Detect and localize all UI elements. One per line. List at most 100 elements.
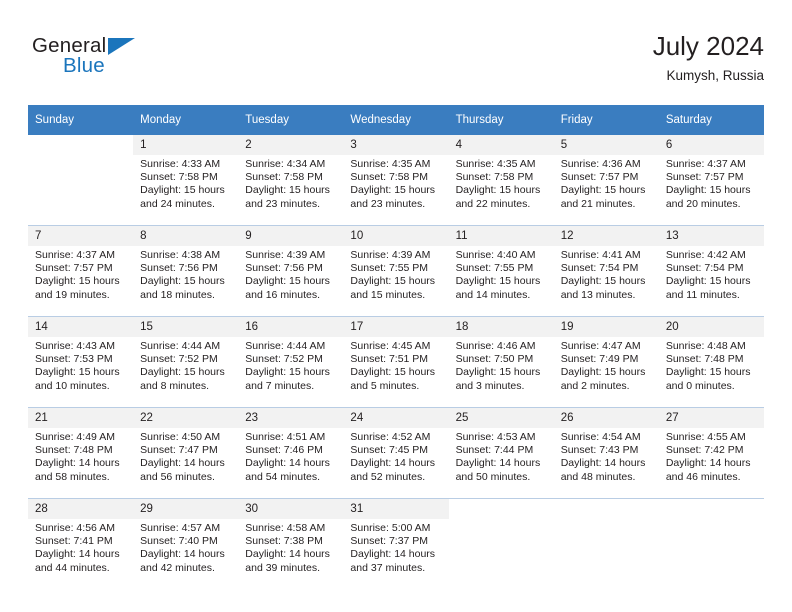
sunset-text: Sunset: 7:48 PM xyxy=(665,353,744,366)
calendar-day-cell[interactable]: 21 Sunrise: 4:49 AM Sunset: 7:48 PM Dayligh… xyxy=(28,407,134,499)
daylight-text: Daylight: 15 hours and 10 minutes. xyxy=(35,366,120,392)
daylight-text: Daylight: 15 hours and 8 minutes. xyxy=(140,366,225,392)
day-number: 4 xyxy=(448,135,554,155)
day-details: Sunrise: 4:52 AM Sunset: 7:45 PM Daylight:… xyxy=(343,428,448,484)
day-details: Sunrise: 4:53 AM Sunset: 7:44 PM Daylight:… xyxy=(449,428,554,484)
calendar-table: Sunday Monday Tuesday Wednesday Thursday… xyxy=(28,105,764,589)
sunset-text: Sunset: 7:57 PM xyxy=(665,171,744,184)
day-number: 15 xyxy=(133,317,239,337)
calendar-day-cell[interactable]: 26 Sunrise: 4:54 AM Sunset: 7:43 PM Dayligh… xyxy=(553,407,659,499)
sunset-text: Sunset: 7:58 PM xyxy=(140,171,218,184)
daylight-text: Daylight: 15 hours and 23 minutes. xyxy=(350,184,436,210)
sunrise-text: Sunrise: 4:55 AM xyxy=(665,431,746,443)
calendar-day-cell[interactable]: 7 Sunrise: 4:37 AM Sunset: 7:57 PM Daylight… xyxy=(28,225,134,317)
daylight-text: Daylight: 15 hours and 21 minutes. xyxy=(560,184,646,210)
day-number: 31 xyxy=(343,499,449,519)
calendar-day-cell[interactable]: 16 Sunrise: 4:44 AM Sunset: 7:52 PM Dayligh… xyxy=(238,316,344,408)
sunrise-text: Sunrise: 4:35 AM xyxy=(455,158,536,170)
sunrise-text: Sunrise: 5:00 AM xyxy=(350,522,431,534)
daylight-text: Daylight: 14 hours and 48 minutes. xyxy=(560,457,646,483)
day-details: Sunrise: 4:42 AM Sunset: 7:54 PM Daylight:… xyxy=(659,246,764,302)
calendar-day-cell[interactable]: 28 Sunrise: 4:56 AM Sunset: 7:41 PM Dayligh… xyxy=(28,498,134,589)
calendar-day-cell[interactable]: 3 Sunrise: 4:35 AM Sunset: 7:58 PM Daylight… xyxy=(343,135,449,226)
calendar-week-row: 7 Sunrise: 4:37 AM Sunset: 7:57 PM Daylight… xyxy=(28,225,764,317)
day-details: Sunrise: 4:54 AM Sunset: 7:43 PM Daylight:… xyxy=(554,428,659,484)
calendar-day-cell[interactable]: 13 Sunrise: 4:42 AM Sunset: 7:54 PM Dayligh… xyxy=(658,225,764,317)
sunrise-text: Sunrise: 4:52 AM xyxy=(350,431,431,443)
day-details: Sunrise: 4:50 AM Sunset: 7:47 PM Daylight:… xyxy=(133,428,238,484)
page-header: General Blue July 2024 Kumysh, Russia xyxy=(28,30,764,98)
sunset-text: Sunset: 7:40 PM xyxy=(140,535,218,548)
calendar-week-row: 28 Sunrise: 4:56 AM Sunset: 7:41 PM Dayligh… xyxy=(28,498,764,589)
day-details: Sunrise: 4:34 AM Sunset: 7:58 PM Daylight:… xyxy=(238,155,343,211)
day-details: Sunrise: 4:55 AM Sunset: 7:42 PM Daylight:… xyxy=(659,428,764,484)
daylight-text: Daylight: 14 hours and 56 minutes. xyxy=(140,457,225,483)
calendar-day-cell[interactable]: 31 Sunrise: 5:00 AM Sunset: 7:37 PM Dayligh… xyxy=(343,498,449,589)
calendar-day-cell[interactable]: 29 Sunrise: 4:57 AM Sunset: 7:40 PM Dayligh… xyxy=(133,498,239,589)
calendar-day-cell[interactable]: 27 Sunrise: 4:55 AM Sunset: 7:42 PM Dayligh… xyxy=(658,407,764,499)
sunrise-text: Sunrise: 4:39 AM xyxy=(245,249,326,261)
calendar-day-cell[interactable]: 22 Sunrise: 4:50 AM Sunset: 7:47 PM Dayligh… xyxy=(133,407,239,499)
calendar-day-cell[interactable]: 30 Sunrise: 4:58 AM Sunset: 7:38 PM Dayligh… xyxy=(238,498,344,589)
sunset-text: Sunset: 7:49 PM xyxy=(560,353,639,366)
calendar-day-cell[interactable]: 1 Sunrise: 4:33 AM Sunset: 7:58 PM Daylight… xyxy=(133,135,239,226)
calendar-day-cell[interactable]: 19 Sunrise: 4:47 AM Sunset: 7:49 PM Dayligh… xyxy=(553,316,659,408)
day-number: 3 xyxy=(343,135,449,155)
sunset-text: Sunset: 7:43 PM xyxy=(560,444,639,457)
calendar-day-cell[interactable]: 9 Sunrise: 4:39 AM Sunset: 7:56 PM Daylight… xyxy=(238,225,344,317)
daylight-text: Daylight: 15 hours and 14 minutes. xyxy=(455,275,541,301)
sunrise-text: Sunrise: 4:50 AM xyxy=(140,431,221,443)
calendar-day-cell[interactable]: 8 Sunrise: 4:38 AM Sunset: 7:56 PM Daylight… xyxy=(133,225,239,317)
sunrise-text: Sunrise: 4:38 AM xyxy=(140,249,221,261)
sunrise-text: Sunrise: 4:43 AM xyxy=(35,340,115,352)
calendar-day-cell[interactable]: 24 Sunrise: 4:52 AM Sunset: 7:45 PM Dayligh… xyxy=(343,407,449,499)
calendar-day-cell[interactable]: 25 Sunrise: 4:53 AM Sunset: 7:44 PM Dayligh… xyxy=(448,407,554,499)
day-number: 22 xyxy=(133,408,239,428)
weekday-header-thursday: Thursday xyxy=(448,105,554,135)
day-details: Sunrise: 4:48 AM Sunset: 7:48 PM Daylight:… xyxy=(659,337,764,393)
calendar-day-cell[interactable]: 23 Sunrise: 4:51 AM Sunset: 7:46 PM Dayligh… xyxy=(238,407,344,499)
sunrise-text: Sunrise: 4:44 AM xyxy=(140,340,221,352)
day-number: 17 xyxy=(343,317,449,337)
sunset-text: Sunset: 7:42 PM xyxy=(665,444,744,457)
day-details: Sunrise: 4:40 AM Sunset: 7:55 PM Daylight:… xyxy=(449,246,554,302)
daylight-text: Daylight: 15 hours and 11 minutes. xyxy=(665,275,751,301)
sunset-text: Sunset: 7:55 PM xyxy=(350,262,429,275)
sunset-text: Sunset: 7:55 PM xyxy=(455,262,534,275)
sunrise-text: Sunrise: 4:47 AM xyxy=(560,340,641,352)
sunset-text: Sunset: 7:54 PM xyxy=(665,262,744,275)
day-number: 21 xyxy=(28,408,134,428)
day-details: Sunrise: 4:46 AM Sunset: 7:50 PM Daylight:… xyxy=(449,337,554,393)
calendar-day-cell[interactable]: 6 Sunrise: 4:37 AM Sunset: 7:57 PM Daylight… xyxy=(658,135,764,226)
calendar-day-cell[interactable]: 2 Sunrise: 4:34 AM Sunset: 7:58 PM Daylight… xyxy=(238,135,344,226)
daylight-text: Daylight: 15 hours and 18 minutes. xyxy=(140,275,225,301)
calendar-cell-empty xyxy=(553,498,659,589)
calendar-day-cell[interactable]: 20 Sunrise: 4:48 AM Sunset: 7:48 PM Dayligh… xyxy=(658,316,764,408)
calendar-week-row: 21 Sunrise: 4:49 AM Sunset: 7:48 PM Dayligh… xyxy=(28,407,764,499)
calendar-day-cell[interactable]: 18 Sunrise: 4:46 AM Sunset: 7:50 PM Dayligh… xyxy=(448,316,554,408)
sunset-text: Sunset: 7:52 PM xyxy=(140,353,218,366)
day-details: Sunrise: 4:39 AM Sunset: 7:56 PM Daylight:… xyxy=(238,246,343,302)
calendar-day-cell[interactable]: 14 Sunrise: 4:43 AM Sunset: 7:53 PM Dayligh… xyxy=(28,316,134,408)
calendar-day-cell[interactable]: 5 Sunrise: 4:36 AM Sunset: 7:57 PM Daylight… xyxy=(553,135,659,226)
day-number: 19 xyxy=(553,317,659,337)
calendar-day-cell[interactable]: 10 Sunrise: 4:39 AM Sunset: 7:55 PM Dayligh… xyxy=(343,225,449,317)
sunrise-text: Sunrise: 4:49 AM xyxy=(35,431,115,443)
sunset-text: Sunset: 7:56 PM xyxy=(245,262,323,275)
day-number xyxy=(658,499,764,519)
calendar-day-cell[interactable]: 12 Sunrise: 4:41 AM Sunset: 7:54 PM Dayligh… xyxy=(553,225,659,317)
daylight-text: Daylight: 15 hours and 20 minutes. xyxy=(665,184,751,210)
weekday-header-friday: Friday xyxy=(553,105,659,135)
general-blue-logo[interactable]: General Blue xyxy=(32,34,232,92)
calendar-day-cell[interactable]: 11 Sunrise: 4:40 AM Sunset: 7:55 PM Dayligh… xyxy=(448,225,554,317)
daylight-text: Daylight: 14 hours and 52 minutes. xyxy=(350,457,436,483)
daylight-text: Daylight: 14 hours and 37 minutes. xyxy=(350,548,436,574)
calendar-cell-empty xyxy=(448,498,554,589)
sunset-text: Sunset: 7:46 PM xyxy=(245,444,323,457)
sunset-text: Sunset: 7:51 PM xyxy=(350,353,429,366)
day-number: 5 xyxy=(553,135,659,155)
calendar-day-cell[interactable]: 15 Sunrise: 4:44 AM Sunset: 7:52 PM Dayligh… xyxy=(133,316,239,408)
calendar-day-cell[interactable]: 17 Sunrise: 4:45 AM Sunset: 7:51 PM Dayligh… xyxy=(343,316,449,408)
calendar-day-cell[interactable]: 4 Sunrise: 4:35 AM Sunset: 7:58 PM Daylight… xyxy=(448,135,554,226)
day-details: Sunrise: 4:49 AM Sunset: 7:48 PM Daylight:… xyxy=(28,428,133,484)
